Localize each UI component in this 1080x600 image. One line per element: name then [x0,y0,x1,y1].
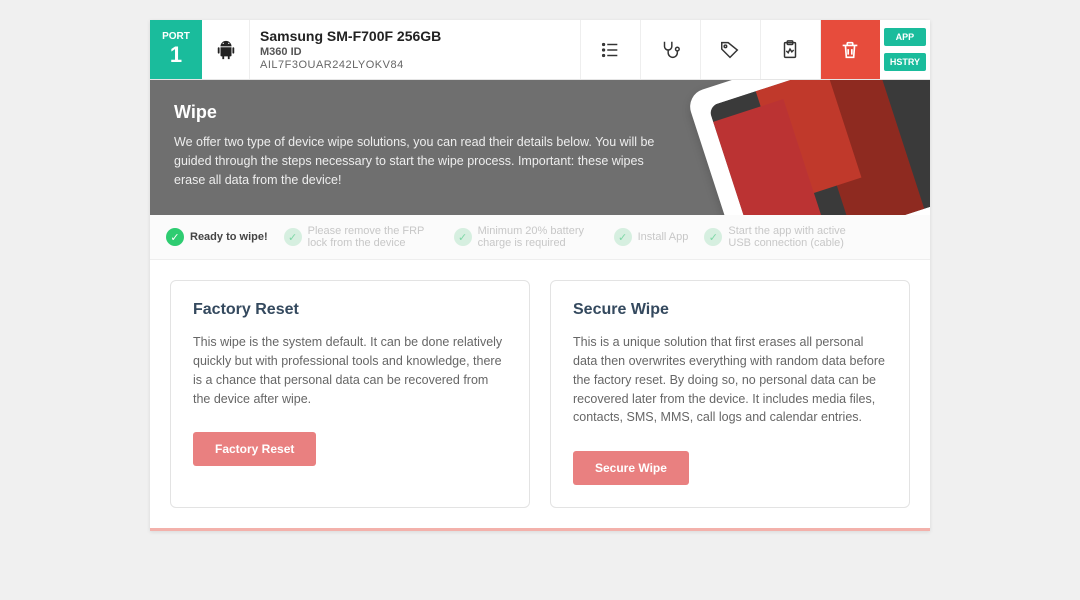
step-text: Minimum 20% battery charge is required [478,225,598,249]
check-icon: ✓ [454,228,472,246]
tab-diagnostics[interactable] [640,20,700,79]
step-frp: ✓ Please remove the FRP lock from the de… [284,225,438,249]
check-icon: ✓ [614,228,632,246]
step-install: ✓ Install App [614,228,689,246]
secure-wipe-button[interactable]: Secure Wipe [573,451,689,485]
cards-row: Factory Reset This wipe is the system de… [150,260,930,528]
port-label: PORT [162,31,190,42]
hero-illustration [685,80,930,215]
step-text: Ready to wipe! [190,231,268,243]
history-button[interactable]: HSTRY [884,53,926,71]
app-window: PORT 1 Samsung SM-F700F 256GB M360 ID AI… [150,20,930,531]
device-title: Samsung SM-F700F 256GB [260,28,570,44]
device-id-label: M360 ID [260,46,570,58]
card-factory-reset: Factory Reset This wipe is the system de… [170,280,530,508]
tab-tag[interactable] [700,20,760,79]
hero-banner: Wipe We offer two type of device wipe so… [150,80,930,215]
check-icon: ✓ [704,228,722,246]
status-strip: ✓ Ready to wipe! ✓ Please remove the FRP… [150,215,930,260]
footer-accent [150,528,930,531]
hero-body: We offer two type of device wipe solutio… [174,133,674,189]
card-secure-wipe: Secure Wipe This is a unique solution th… [550,280,910,508]
tab-list[interactable] [580,20,640,79]
header-bar: PORT 1 Samsung SM-F700F 256GB M360 ID AI… [150,20,930,80]
step-battery: ✓ Minimum 20% battery charge is required [454,225,598,249]
step-text: Start the app with active USB connection… [728,225,858,249]
step-text: Install App [638,231,689,243]
card-body: This wipe is the system default. It can … [193,333,507,408]
device-info: Samsung SM-F700F 256GB M360 ID AIL7F3OUA… [250,20,580,79]
step-ready: ✓ Ready to wipe! [166,228,268,246]
check-icon: ✓ [284,228,302,246]
device-id-value: AIL7F3OUAR242LYOKV84 [260,59,570,71]
card-title: Secure Wipe [573,301,887,319]
tab-wipe[interactable] [820,20,880,79]
card-body: This is a unique solution that first era… [573,333,887,427]
step-text: Please remove the FRP lock from the devi… [308,225,438,249]
step-usb: ✓ Start the app with active USB connecti… [704,225,858,249]
port-badge: PORT 1 [150,20,202,79]
port-number: 1 [170,42,182,68]
tab-report[interactable] [760,20,820,79]
card-title: Factory Reset [193,301,507,319]
check-icon: ✓ [166,228,184,246]
factory-reset-button[interactable]: Factory Reset [193,432,316,466]
android-icon [202,20,250,79]
side-buttons: APP HSTRY [880,20,930,79]
header-tabs [580,20,880,79]
app-button[interactable]: APP [884,28,926,46]
